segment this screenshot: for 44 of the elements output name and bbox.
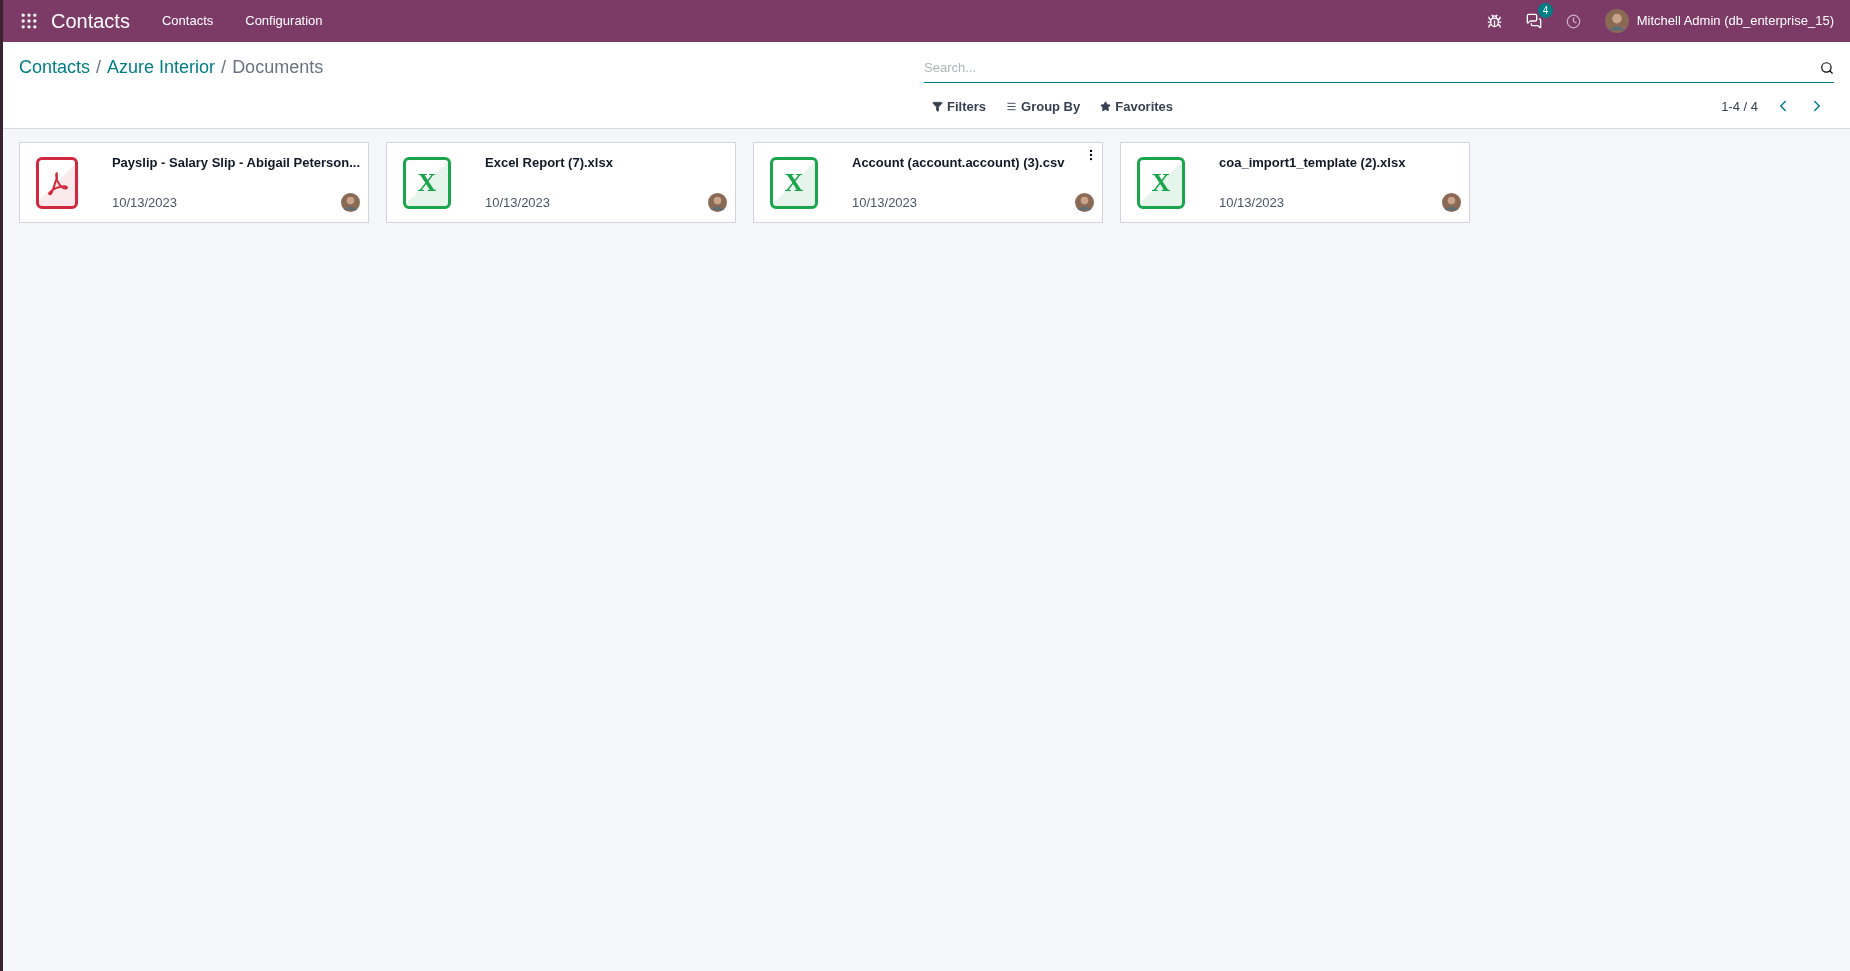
avatar-icon <box>1442 192 1461 212</box>
star-icon <box>1100 100 1112 112</box>
document-date: 10/13/2023 <box>111 193 178 212</box>
bug-icon[interactable] <box>1486 13 1502 29</box>
spreadsheet-file-icon: X <box>770 156 818 209</box>
search-icon[interactable] <box>1820 60 1834 75</box>
menu-item[interactable]: Configuration <box>245 11 323 31</box>
filter-icon <box>932 100 943 112</box>
messages-icon[interactable] <box>1525 13 1542 29</box>
apps-menu-icon[interactable] <box>19 11 39 31</box>
message-count: 4 <box>1537 3 1554 18</box>
spreadsheet-file-icon: X <box>1137 156 1185 209</box>
search-field[interactable]: Search... <box>924 58 1820 78</box>
pdf-file-icon <box>36 156 78 209</box>
list-icon <box>1006 100 1017 112</box>
document-card[interactable]: X coa_import1_template (2).xlsx 10/13/2023 <box>1120 142 1470 223</box>
pager-value: 1-4 / 4 <box>1721 97 1758 116</box>
menu-item[interactable]: Contacts <box>161 11 214 31</box>
search-option-button[interactable]: Group By <box>1006 96 1081 116</box>
spreadsheet-file-icon: X <box>403 156 451 209</box>
document-card[interactable]: X Excel Report (7).xlsx 10/13/2023 <box>386 142 736 223</box>
document-card[interactable]: X Account (account.account) (3).csv 10/13/2023 <box>753 142 1103 223</box>
document-name: Excel Report (7).xlsx <box>485 154 614 172</box>
app-name: Contacts <box>51 9 130 34</box>
search-option-button[interactable]: Favorites <box>1100 96 1174 116</box>
document-name: Payslip - Salary Slip - Abigail Peterson... <box>111 154 360 172</box>
breadcrumb-link[interactable]: Contacts <box>19 54 91 81</box>
avatar-icon <box>708 192 727 212</box>
document-date: 10/13/2023 <box>485 193 551 212</box>
avatar-icon <box>341 192 360 212</box>
document-name: Account (account.account) (3).csv <box>852 154 1066 172</box>
document-name: coa_import1_template (2).xlsx <box>1219 154 1407 172</box>
user-name[interactable]: Mitchell Admin (db_enterprise_15) <box>1636 11 1834 31</box>
breadcrumb-separator: / <box>96 56 102 79</box>
avatar-icon <box>1604 9 1629 33</box>
document-date: 10/13/2023 <box>1219 193 1285 212</box>
search-option-button[interactable]: Filters <box>932 96 986 116</box>
activity-icon[interactable] <box>1565 13 1581 29</box>
avatar-icon <box>1075 192 1094 212</box>
breadcrumb-link[interactable]: Azure Interior <box>107 54 216 81</box>
breadcrumb-separator: / <box>221 56 227 79</box>
document-card[interactable]: Payslip - Salary Slip - Abigail Peterson... 10/13/2023 <box>19 142 369 223</box>
document-date: 10/13/2023 <box>852 193 918 212</box>
breadcrumb-current: Documents <box>232 56 324 79</box>
